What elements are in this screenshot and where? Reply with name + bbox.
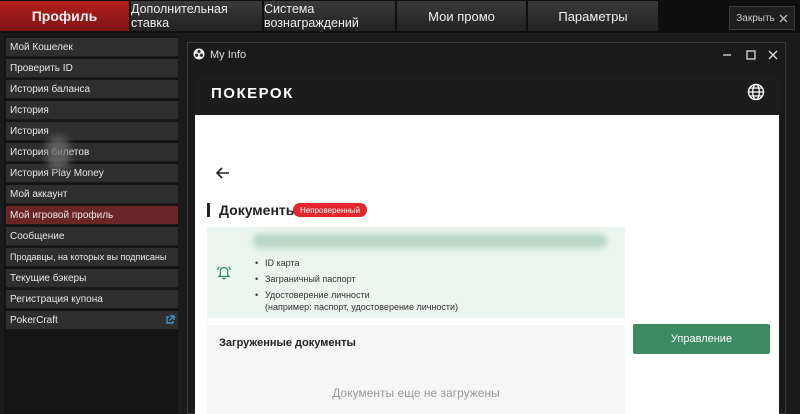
sidebar-item-history-2[interactable]: История [6,122,178,141]
section-accent-bar [207,203,210,217]
close-window-icon [768,50,778,60]
uploaded-documents-title: Загруженные документы [219,337,356,349]
tab-rewards[interactable]: Система вознаграждений [264,1,396,31]
bell-icon [216,266,232,280]
tab-my-promos[interactable]: Мои промо [397,1,527,31]
sidebar-item-label: Мой игровой профиль [10,209,114,221]
sidebar-item-coupon-registration[interactable]: Регистрация купона [6,290,178,309]
close-label: Закрыть [736,12,775,24]
sidebar-item-ticket-history[interactable]: История билетов [6,143,178,162]
close-button[interactable]: Закрыть [729,6,795,30]
uploaded-documents-panel: Загруженные документы Документы еще не з… [207,325,625,414]
brand-header: ПОКЕРОК [195,75,779,115]
sidebar-item-label: PokerCraft [10,314,58,326]
minimize-icon [723,54,731,56]
requirement-item: Удостоверение личности [253,289,458,301]
back-arrow-icon[interactable] [215,165,231,181]
sidebar-item-label: Мой аккаунт [10,188,68,200]
documents-title: Документы [219,202,298,218]
maximize-button[interactable] [742,46,760,64]
sidebar-item-followed-sellers[interactable]: Продавцы, на которых вы подписаны [6,248,178,267]
close-window-button[interactable] [764,46,782,64]
sidebar-item-label: Сообщение [10,230,65,242]
window-title: My Info [210,49,247,61]
tab-settings[interactable]: Параметры [528,1,659,31]
uploaded-documents-empty: Документы еще не загружены [332,386,500,400]
my-info-content: ПОКЕРОК Документы Непроверенный ID карта… [195,75,779,414]
requirement-item: Заграничный паспорт [253,273,458,285]
sidebar-item-messages[interactable]: Сообщение [6,227,178,246]
requirement-item: ID карта [253,257,458,269]
sidebar-item-game-profile[interactable]: Мой игровой профиль [6,206,178,225]
sidebar-item-pokercraft[interactable]: PokerCraft [6,311,178,330]
sidebar-item-label: Продавцы, на которых вы подписаны [10,252,167,262]
sidebar-item-label: Регистрация купона [10,293,103,305]
status-badge: Непроверенный [293,203,368,217]
sidebar-item-balance-history[interactable]: История баланса [6,80,178,99]
sidebar-item-label: Текущие бэкеры [10,272,87,284]
sidebar-item-verify-id[interactable]: Проверить ID [6,59,178,78]
sidebar-item-label: История [10,104,49,116]
requirements-list: ID карта Заграничный паспорт Удостоверен… [253,257,458,313]
redacted-text [253,234,607,248]
minimize-button[interactable] [718,46,736,64]
sidebar: Мой Кошелек Проверить ID История баланса… [4,36,178,414]
window-title-bar[interactable]: My Info [188,43,785,67]
sidebar-item-label: Мой Кошелек [10,41,73,53]
requirement-note: (например: паспорт, удостоверение личнос… [265,302,459,312]
my-info-window: My Info ПОКЕРОК Документы Непроверенный [187,42,786,414]
sidebar-item-label: Проверить ID [10,62,73,74]
document-requirements-notice: ID карта Заграничный паспорт Удостоверен… [207,227,625,318]
tab-additional-bet[interactable]: Дополнительная ставка [131,1,263,31]
window-app-icon [193,48,205,60]
tab-profile[interactable]: Профиль [0,1,130,31]
close-x-icon [779,14,788,22]
sidebar-item-my-account[interactable]: Мой аккаунт [6,185,178,204]
sidebar-item-history-1[interactable]: История [6,101,178,120]
brand-logo: ПОКЕРОК [211,85,294,102]
manage-button[interactable]: Управление [633,324,770,354]
sidebar-item-wallet[interactable]: Мой Кошелек [6,38,178,57]
maximize-icon [746,50,756,60]
redacted-blur [47,136,69,170]
sidebar-item-play-money-history[interactable]: История Play Money [6,164,178,183]
sidebar-item-label: История [10,125,49,137]
external-link-icon [166,315,175,324]
sidebar-item-label: История баланса [10,83,91,95]
top-tab-bar: Профиль Дополнительная ставка Система во… [0,0,800,33]
sidebar-item-current-backers[interactable]: Текущие бэкеры [6,269,178,288]
globe-icon[interactable] [747,83,765,101]
